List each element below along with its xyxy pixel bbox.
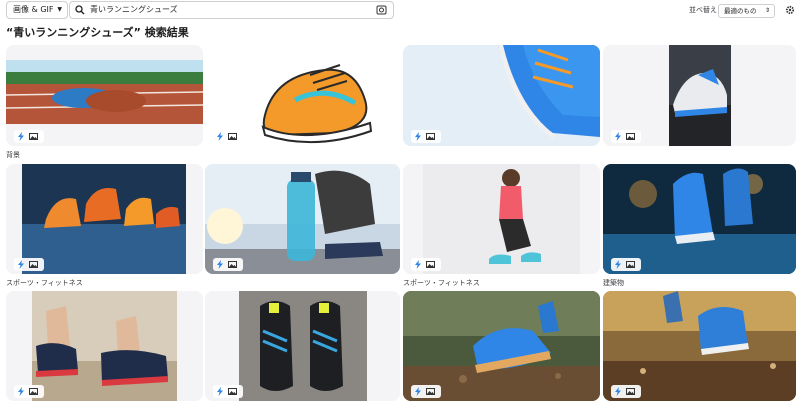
bolt-icon: [415, 387, 421, 396]
settings-icon[interactable]: [785, 5, 795, 15]
image-result[interactable]: [603, 291, 796, 401]
image-result[interactable]: [205, 291, 400, 401]
image-result[interactable]: [403, 45, 600, 146]
image-result[interactable]: [6, 45, 203, 146]
image-result[interactable]: [603, 164, 796, 274]
image-caption[interactable]: 建築物: [603, 278, 624, 288]
image-result[interactable]: [403, 291, 600, 401]
image-icon: [228, 133, 237, 140]
image-icon: [626, 133, 635, 140]
image-caption[interactable]: 背景: [6, 150, 20, 160]
image-caption[interactable]: スポーツ・フィットネス: [6, 278, 83, 288]
image-result[interactable]: [6, 164, 203, 274]
bolt-icon: [18, 132, 24, 141]
media-badge: [14, 258, 44, 271]
bolt-icon: [18, 260, 24, 269]
bolt-icon: [415, 260, 421, 269]
chevron-updown-icon: ⇕: [764, 7, 770, 14]
image-icon: [426, 388, 435, 395]
media-badge: [14, 130, 44, 143]
media-badge: [213, 258, 243, 271]
sort-value: 最適のもの: [724, 7, 757, 15]
bolt-icon: [415, 132, 421, 141]
image-icon: [29, 388, 38, 395]
bolt-icon: [217, 260, 223, 269]
media-badge: [411, 385, 441, 398]
image-icon: [626, 388, 635, 395]
image-icon: [426, 261, 435, 268]
media-badge: [611, 258, 641, 271]
search-icon: [75, 5, 85, 15]
search-query: 青いランニングシューズ: [90, 5, 178, 14]
sort-select[interactable]: 最適のもの ⇕: [718, 4, 775, 18]
image-icon: [228, 261, 237, 268]
bolt-icon: [615, 260, 621, 269]
media-type-select[interactable]: 画像 & GIF ▼: [6, 1, 68, 19]
media-badge: [213, 130, 243, 143]
image-result[interactable]: [403, 164, 600, 274]
image-icon: [29, 261, 38, 268]
image-icon: [29, 133, 38, 140]
media-badge: [14, 385, 44, 398]
image-icon: [228, 388, 237, 395]
image-caption[interactable]: スポーツ・フィットネス: [403, 278, 480, 288]
image-icon: [426, 133, 435, 140]
image-result[interactable]: [205, 164, 400, 274]
bolt-icon: [217, 387, 223, 396]
bolt-icon: [18, 387, 24, 396]
search-input[interactable]: 青いランニングシューズ: [69, 1, 394, 19]
sort-label: 並べ替え: [689, 6, 717, 14]
camera-icon[interactable]: [376, 5, 387, 15]
image-result[interactable]: [6, 291, 203, 401]
toolbar: 画像 & GIF ▼ 青いランニングシューズ 並べ替え 最適のもの ⇕: [0, 0, 800, 22]
chevron-down-icon: ▼: [57, 6, 62, 13]
media-badge: [611, 385, 641, 398]
image-icon: [626, 261, 635, 268]
media-badge: [611, 130, 641, 143]
results-title: “青いランニングシューズ” 検索結果: [6, 26, 189, 39]
media-type-label: 画像 & GIF: [13, 5, 54, 14]
image-result[interactable]: [603, 45, 796, 146]
media-badge: [411, 130, 441, 143]
bolt-icon: [217, 132, 223, 141]
bolt-icon: [615, 387, 621, 396]
bolt-icon: [615, 132, 621, 141]
media-badge: [213, 385, 243, 398]
image-result[interactable]: [205, 45, 400, 146]
media-badge: [411, 258, 441, 271]
